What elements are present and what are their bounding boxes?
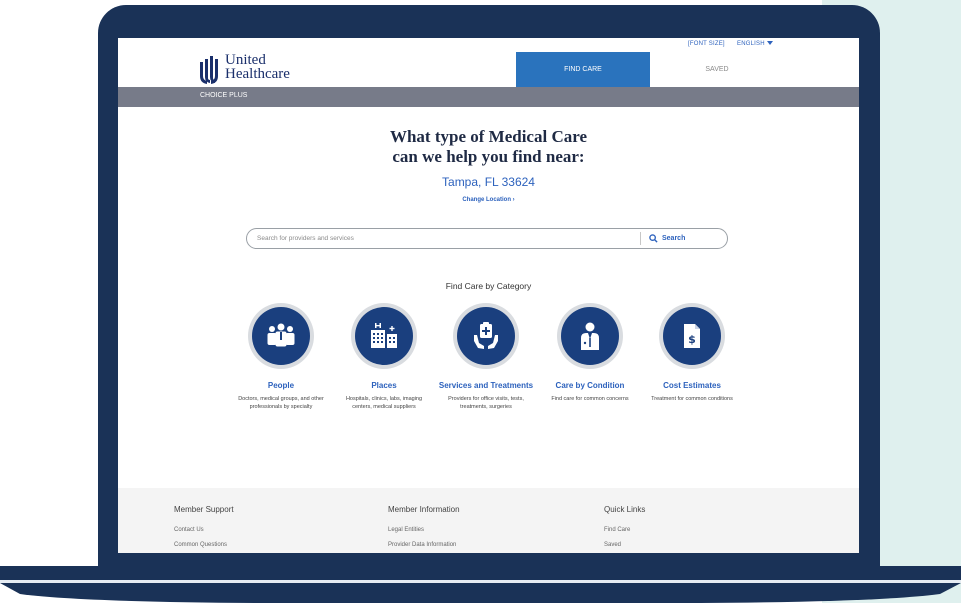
category-label: Places — [371, 381, 397, 390]
search-button-label: Search — [662, 235, 686, 242]
laptop-base — [0, 566, 961, 603]
svg-text:$: $ — [688, 333, 696, 346]
logo-line-2: Healthcare — [225, 66, 290, 82]
category-services-treatments[interactable]: Services and Treatments Providers for of… — [438, 303, 534, 411]
category-icon-ring: $ — [659, 303, 725, 369]
footer-link-provider-data[interactable]: Provider Data Information — [388, 542, 460, 548]
browser-screen: [FONT SIZE] ENGLISH United Healthcare FI… — [118, 38, 859, 553]
tab-find-care[interactable]: FIND CARE — [516, 52, 650, 87]
category-label: Services and Treatments — [438, 381, 534, 390]
site-header: United Healthcare FIND CARE SAVED — [118, 52, 859, 87]
category-heading: Find Care by Category — [445, 281, 532, 291]
category-description: Treatment for common conditions — [651, 396, 733, 402]
category-care-by-condition[interactable]: Care by Condition Find care for common c… — [542, 303, 638, 403]
footer-heading: Member Support — [174, 505, 234, 514]
category-label: People — [267, 381, 295, 390]
category-description: Providers for office visits, tests, trea… — [448, 396, 524, 410]
plan-bar: CHOICE PLUS — [118, 87, 859, 107]
page-title: What type of Medical Care can we help yo… — [118, 127, 859, 167]
category-description: Hospitals, clinics, labs, imaging center… — [345, 396, 423, 410]
category-label: Cost Estimates — [663, 381, 721, 390]
title-line-1: What type of Medical Care — [389, 127, 588, 146]
category-label: Care by Condition — [555, 381, 625, 390]
category-description: Doctors, medical groups, and other profe… — [238, 396, 324, 410]
footer-member-information: Member Information Legal Entities Provid… — [388, 505, 460, 548]
language-selector[interactable]: ENGLISH — [737, 41, 773, 47]
footer-link-common-questions[interactable]: Common Questions — [174, 542, 234, 548]
search-button[interactable]: Search — [649, 231, 719, 246]
category-icon-ring — [453, 303, 519, 369]
category-icon-disc — [457, 307, 515, 365]
plan-name: CHOICE PLUS — [200, 92, 248, 99]
footer-link-saved[interactable]: Saved — [604, 542, 645, 548]
utility-bar: [FONT SIZE] ENGLISH — [118, 38, 859, 52]
footer-quick-links: Quick Links Find Care Saved — [604, 505, 645, 548]
doctor-icon — [581, 322, 599, 350]
category-icon-ring — [351, 303, 417, 369]
category-cost-estimates[interactable]: $ Cost Estimates Treatment for common co… — [644, 303, 740, 403]
footer-member-support: Member Support Contact Us Common Questio… — [174, 505, 234, 548]
dollar-document-icon: $ — [684, 324, 700, 348]
font-size-link[interactable]: [FONT SIZE] — [688, 41, 725, 47]
category-icon-disc — [561, 307, 619, 365]
search-input[interactable] — [257, 232, 627, 245]
people-icon — [267, 323, 295, 347]
footer-link-find-care[interactable]: Find Care — [604, 527, 645, 533]
category-people[interactable]: People Doctors, medical groups, and othe… — [233, 303, 329, 411]
search-divider — [640, 232, 641, 245]
buildings-icon — [371, 323, 397, 348]
category-icon-disc — [252, 307, 310, 365]
change-location-link[interactable]: Change Location › — [118, 197, 859, 203]
category-icon-ring — [557, 303, 623, 369]
footer-heading: Member Information — [388, 505, 460, 514]
language-label: ENGLISH — [737, 41, 765, 47]
tab-saved[interactable]: SAVED — [650, 52, 784, 87]
footer-link-legal-entities[interactable]: Legal Entities — [388, 527, 460, 533]
category-places[interactable]: Places Hospitals, clinics, labs, imaging… — [336, 303, 432, 411]
site-footer: Member Support Contact Us Common Questio… — [118, 488, 859, 553]
search-bar: Search — [246, 228, 728, 249]
category-icon-ring — [248, 303, 314, 369]
title-line-2: can we help you find near: — [392, 147, 585, 166]
category-icon-disc — [355, 307, 413, 365]
medical-kit-hands-icon — [474, 322, 498, 349]
category-description: Find care for common concerns — [551, 396, 629, 402]
chevron-down-icon — [766, 41, 773, 46]
footer-heading: Quick Links — [604, 505, 646, 514]
search-icon — [649, 234, 658, 243]
uhc-logo-icon[interactable] — [198, 56, 222, 86]
current-location: Tampa, FL 33624 — [442, 175, 535, 189]
category-icon-disc: $ — [663, 307, 721, 365]
brand-logo[interactable]: United Healthcare — [225, 53, 290, 82]
footer-link-contact-us[interactable]: Contact Us — [174, 527, 234, 533]
